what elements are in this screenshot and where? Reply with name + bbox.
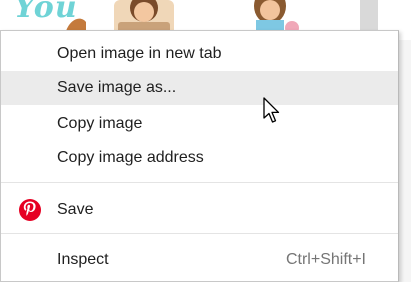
copy-image-address-item[interactable]: Copy image address bbox=[1, 141, 398, 175]
menu-item-label: Save bbox=[57, 201, 94, 218]
inspect-item[interactable]: Inspect Ctrl+Shift+I bbox=[1, 243, 398, 277]
open-image-new-tab-item[interactable]: Open image in new tab bbox=[1, 37, 398, 71]
mouse-pointer-icon bbox=[263, 97, 280, 123]
pinterest-save-item[interactable]: Save bbox=[1, 193, 398, 227]
menu-separator bbox=[1, 233, 398, 234]
menu-item-label: Open image in new tab bbox=[57, 45, 222, 62]
menu-item-label: Copy image bbox=[57, 115, 143, 132]
menu-item-label: Copy image address bbox=[57, 149, 204, 166]
pinterest-icon bbox=[19, 199, 41, 221]
copy-image-item[interactable]: Copy image bbox=[1, 107, 398, 141]
menu-item-label: Save image as... bbox=[57, 79, 177, 96]
context-menu: Open image in new tab Save image as... C… bbox=[0, 30, 399, 282]
menu-item-label: Inspect bbox=[57, 251, 109, 268]
save-image-as-item[interactable]: Save image as... bbox=[1, 71, 398, 105]
menu-separator bbox=[1, 182, 398, 183]
keyboard-shortcut: Ctrl+Shift+I bbox=[285, 251, 366, 268]
